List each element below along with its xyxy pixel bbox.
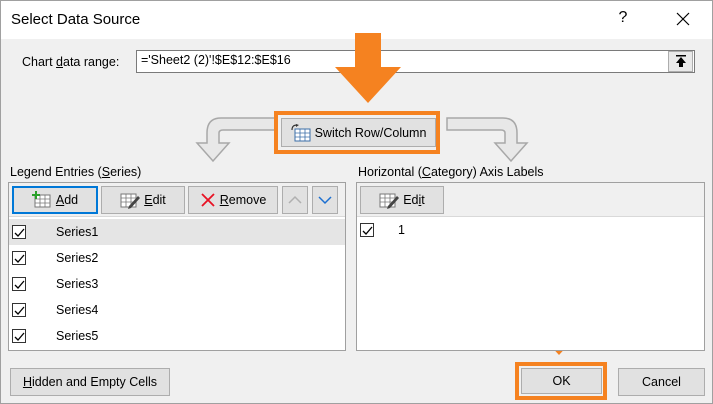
series-label: Series5 [56,329,99,343]
remove-icon [201,193,215,207]
series-label: Series3 [56,277,99,291]
checkmark-icon [14,228,24,237]
series-checkbox[interactable] [12,251,26,265]
collapse-icon [675,54,686,67]
axis-label-checkbox[interactable] [360,223,374,237]
curved-arrow-right-icon [446,117,529,163]
collapse-dialog-button[interactable] [668,51,693,72]
remove-series-label: Remove [219,193,267,207]
axis-label-row-1[interactable]: 1 [357,217,704,243]
add-series-label: Add [55,193,79,207]
dialog-title: Select Data Source [11,11,141,28]
series-row-4[interactable]: Series4 [9,297,345,323]
checkmark-icon [362,226,372,235]
edit-axis-label: Edit [403,193,425,207]
chevron-up-icon [288,195,302,204]
axis-labels-heading: Horizontal (Category) Axis Labels [358,165,544,179]
cancel-label: Cancel [642,375,681,389]
edit-series-icon [120,193,141,209]
series-label: Series4 [56,303,99,317]
edit-axis-icon [379,193,400,209]
series-row-1[interactable]: Series1 [9,219,345,245]
series-row-2[interactable]: Series2 [9,245,345,271]
checkmark-icon [14,332,24,341]
legend-toolbar: Add Edit Remove [9,183,345,217]
edit-series-label: Edit [144,193,166,207]
add-series-button[interactable]: Add [12,186,98,214]
series-checkbox[interactable] [12,303,26,317]
axis-toolbar: Edit [357,183,704,217]
edit-axis-labels-button[interactable]: Edit [360,186,444,214]
series-checkbox[interactable] [12,329,26,343]
close-button[interactable] [669,7,697,33]
select-data-source-dialog: Select Data Source ? Chart data range: =… [0,0,713,404]
series-checkbox[interactable] [12,277,26,291]
series-label: Series2 [56,251,99,265]
move-down-button[interactable] [312,186,338,214]
edit-series-button[interactable]: Edit [101,186,185,214]
hidden-empty-cells-button[interactable]: Hidden and Empty Cells [10,368,170,396]
add-series-icon [31,191,51,208]
annotation-highlight-ok [515,362,607,400]
remove-series-button[interactable]: Remove [188,186,278,214]
chevron-down-icon [318,196,332,205]
chart-data-range-label: Chart data range: [22,55,120,69]
legend-entries-heading: Legend Entries (Series) [10,165,142,179]
series-label: Series1 [56,225,99,239]
help-button[interactable]: ? [613,9,633,27]
cancel-button[interactable]: Cancel [618,368,705,396]
annotation-arrow-down-icon [335,33,401,103]
legend-entries-panel: Add Edit Remove Series1 Series2 Series3 … [8,182,346,351]
curved-arrow-left-icon [195,117,278,163]
chart-data-range-input[interactable]: ='Sheet2 (2)'!$E$12:$E$16 [136,50,695,73]
series-row-5[interactable]: Series5 [9,323,345,349]
annotation-highlight-switch [274,111,440,154]
series-row-3[interactable]: Series3 [9,271,345,297]
move-up-button[interactable] [282,186,308,214]
checkmark-icon [14,306,24,315]
checkmark-icon [14,280,24,289]
series-checkbox[interactable] [12,225,26,239]
axis-label-value: 1 [398,223,405,237]
checkmark-icon [14,254,24,263]
hidden-empty-cells-label: Hidden and Empty Cells [22,375,158,389]
close-icon [676,12,690,26]
axis-labels-panel: Edit 1 [356,182,705,351]
